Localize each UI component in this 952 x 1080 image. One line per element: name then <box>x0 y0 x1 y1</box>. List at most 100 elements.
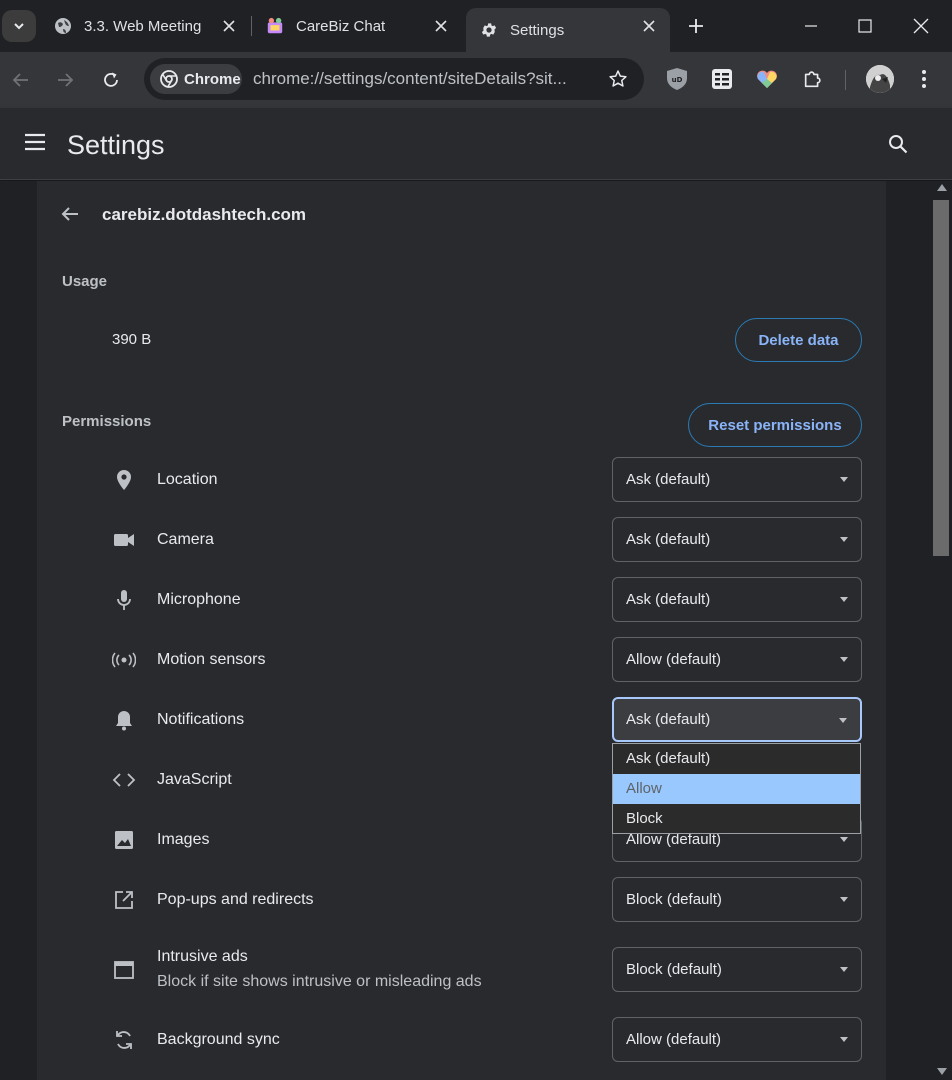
permission-label-camera: Camera <box>157 531 214 548</box>
url-text[interactable]: chrome://settings/content/siteDetails?si… <box>253 69 583 89</box>
dropdown-option-block[interactable]: Block <box>613 804 860 834</box>
camera-select[interactable]: Ask (default) <box>612 517 862 562</box>
ads-window-icon <box>112 958 136 982</box>
site-origin: carebiz.dotdashtech.com <box>102 205 307 224</box>
notifications-select[interactable]: Ask (default) <box>612 697 862 742</box>
chrome-icon <box>160 70 178 88</box>
maximize-icon <box>858 19 872 33</box>
scrollbar-thumb[interactable] <box>933 200 949 556</box>
dropdown-option-allow[interactable]: Allow <box>613 774 860 804</box>
close-icon <box>913 18 929 34</box>
heart-icon[interactable] <box>754 66 780 92</box>
ext-grid-icon[interactable] <box>709 66 735 92</box>
maximize-button[interactable] <box>842 8 888 44</box>
open-external-icon <box>112 888 136 912</box>
close-window-button[interactable] <box>898 8 944 44</box>
usage-value: 390 B <box>112 331 152 348</box>
search-icon[interactable] <box>888 134 908 159</box>
arrow-right-icon <box>58 73 74 87</box>
select-value: Ask (default) <box>626 591 711 608</box>
permission-label-motion-sensors: Motion sensors <box>157 651 266 668</box>
tab-settings[interactable]: Settings <box>466 8 670 52</box>
caret-down-icon <box>840 657 848 662</box>
caret-down-icon <box>839 718 847 723</box>
reload-icon <box>104 72 118 87</box>
settings-header: Settings <box>0 108 952 180</box>
new-tab-button[interactable] <box>684 14 708 38</box>
reset-permissions-button[interactable]: Reset permissions <box>688 403 862 447</box>
select-value: Allow (default) <box>626 651 722 668</box>
caret-down-icon <box>840 597 848 602</box>
permission-label-background-sync: Background sync <box>157 1031 280 1048</box>
bookmark-star-icon[interactable] <box>608 69 628 94</box>
caret-down-icon <box>840 837 848 842</box>
browser-toolbar: Chrome chrome://settings/content/siteDet… <box>0 52 952 108</box>
caret-down-icon <box>840 1037 848 1042</box>
notifications-dropdown-list: Ask (default) Allow Block <box>612 743 861 834</box>
tab-web-meeting[interactable]: 3.3. Web Meeting <box>40 8 250 44</box>
microphone-select[interactable]: Ask (default) <box>612 577 862 622</box>
ublock-icon[interactable]: uD <box>664 66 690 92</box>
tab-carebiz-chat[interactable]: CareBiz Chat <box>252 8 462 44</box>
permission-label-javascript: JavaScript <box>157 771 232 788</box>
select-value: Ask (default) <box>626 711 711 728</box>
address-bar[interactable]: Chrome chrome://settings/content/siteDet… <box>144 58 644 100</box>
close-icon[interactable] <box>640 17 658 35</box>
back-button[interactable] <box>7 66 35 94</box>
permission-label-location: Location <box>157 471 218 488</box>
dropdown-option-ask[interactable]: Ask (default) <box>613 744 860 774</box>
chip-label: Chrome <box>184 70 241 88</box>
sync-icon <box>112 1028 136 1052</box>
arrow-left-icon <box>12 73 28 87</box>
avatar[interactable] <box>866 65 894 93</box>
page-title: Settings <box>67 130 165 160</box>
permission-label-microphone: Microphone <box>157 591 241 608</box>
image-icon <box>112 828 136 852</box>
location-pin-icon <box>112 468 136 492</box>
close-icon[interactable] <box>220 17 238 35</box>
puzzle-icon[interactable] <box>800 66 826 92</box>
tab-search-button[interactable] <box>2 10 36 42</box>
scroll-down-arrow-icon[interactable] <box>937 1068 947 1075</box>
motion-sensors-select[interactable]: Allow (default) <box>612 637 862 682</box>
scroll-up-arrow-icon[interactable] <box>937 184 947 191</box>
permission-label-images: Images <box>157 831 210 848</box>
tab-title: CareBiz Chat <box>296 17 386 35</box>
forward-button[interactable] <box>51 66 79 94</box>
menu-icon[interactable] <box>24 133 46 156</box>
popups-select[interactable]: Block (default) <box>612 877 862 922</box>
intrusive-ads-select[interactable]: Block (default) <box>612 947 862 992</box>
svg-text:uD: uD <box>672 76 683 84</box>
chevron-down-icon <box>14 23 24 30</box>
permissions-heading: Permissions <box>62 413 152 430</box>
carebiz-favicon <box>266 17 284 35</box>
select-value: Ask (default) <box>626 471 711 488</box>
more-vert-icon[interactable] <box>911 66 937 92</box>
tab-strip: 3.3. Web Meeting CareBiz Chat Settings <box>0 0 952 52</box>
caret-down-icon <box>840 967 848 972</box>
minimize-icon <box>805 25 817 27</box>
tab-title: Settings <box>510 21 565 39</box>
close-icon[interactable] <box>432 17 450 35</box>
globe-icon <box>54 17 72 35</box>
gear-icon <box>480 21 498 39</box>
background-sync-select[interactable]: Allow (default) <box>612 1017 862 1062</box>
select-value: Block (default) <box>626 891 722 908</box>
sensors-icon <box>112 648 136 672</box>
camera-icon <box>112 528 136 552</box>
reload-button[interactable] <box>97 66 125 94</box>
permission-label-intrusive-ads: Intrusive ads <box>157 948 248 965</box>
caret-down-icon <box>840 537 848 542</box>
tab-title: 3.3. Web Meeting <box>84 17 202 35</box>
select-value: Allow (default) <box>626 1031 722 1048</box>
site-info-chip[interactable]: Chrome <box>150 64 242 94</box>
permission-sublabel-intrusive-ads: Block if site shows intrusive or mislead… <box>157 973 482 990</box>
caret-down-icon <box>840 897 848 902</box>
bell-icon <box>112 708 136 732</box>
back-arrow-icon[interactable] <box>60 204 80 229</box>
minimize-button[interactable] <box>788 8 834 44</box>
delete-data-button[interactable]: Delete data <box>735 318 862 362</box>
code-icon <box>112 768 136 792</box>
location-select[interactable]: Ask (default) <box>612 457 862 502</box>
microphone-icon <box>112 588 136 612</box>
